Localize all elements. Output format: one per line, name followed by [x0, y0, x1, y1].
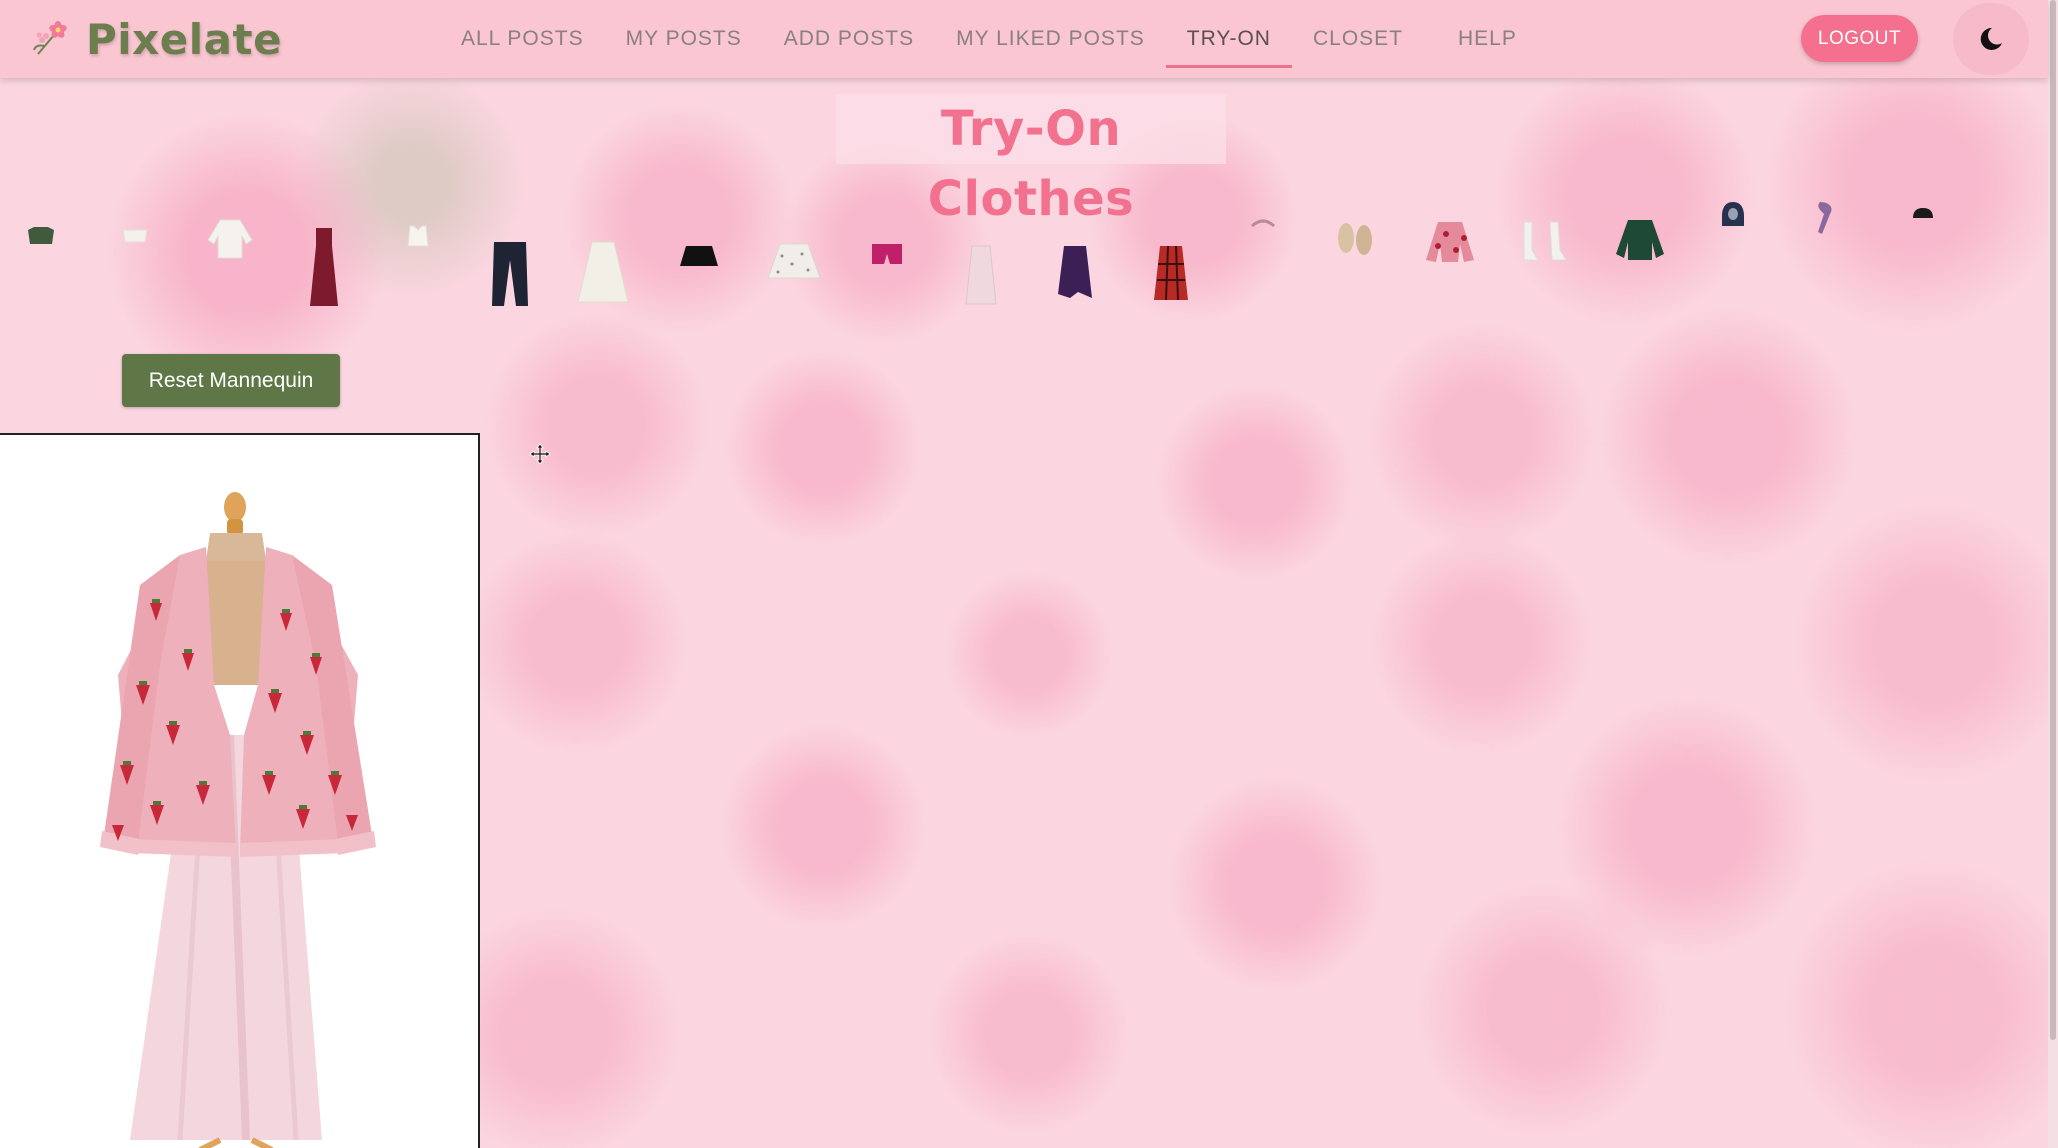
- clothing-item-beige-shoes[interactable]: [1334, 220, 1378, 256]
- clothing-item-white-top[interactable]: [120, 228, 150, 244]
- nav-my-posts[interactable]: MY POSTS: [605, 0, 763, 78]
- brand-name: Pixelate: [86, 14, 283, 64]
- clothing-item-purple-tiered-skirt[interactable]: [1056, 244, 1094, 300]
- clothing-item-red-plaid-skirt[interactable]: [1152, 244, 1190, 302]
- clothing-item-pink-satin-skirt[interactable]: [962, 244, 1000, 306]
- clothing-item-black-beanie[interactable]: [1910, 206, 1936, 220]
- clothing-item-floral-skirt[interactable]: [766, 242, 822, 280]
- clothing-item-white-maxi-skirt[interactable]: [576, 240, 630, 304]
- mannequin-canvas[interactable]: [0, 433, 480, 1148]
- clothing-item-black-mini-skirt[interactable]: [678, 244, 720, 268]
- nav-all-posts[interactable]: ALL POSTS: [440, 0, 605, 78]
- moon-icon: [1980, 27, 2002, 50]
- logout-button[interactable]: LOGOUT: [1801, 15, 1918, 62]
- theme-toggle-button[interactable]: [1953, 3, 2029, 75]
- page-scrollbar[interactable]: [2048, 0, 2058, 1148]
- nav-help[interactable]: HELP: [1424, 0, 1538, 78]
- top-navbar: Pixelate ALL POSTS MY POSTS ADD POSTS MY…: [0, 0, 2048, 78]
- nav-my-liked-posts[interactable]: MY LIKED POSTS: [935, 0, 1166, 78]
- brand[interactable]: Pixelate: [30, 10, 282, 68]
- move-cursor-icon: [529, 443, 551, 465]
- nav-links: ALL POSTS MY POSTS ADD POSTS MY LIKED PO…: [440, 0, 1538, 78]
- nav-try-on[interactable]: TRY-ON: [1165, 0, 1293, 78]
- clothing-item-green-crop-top[interactable]: [26, 226, 56, 246]
- clothing-item-burgundy-dress[interactable]: [304, 226, 344, 310]
- clothing-item-white-boots[interactable]: [1520, 220, 1568, 262]
- nav-closet[interactable]: CLOSET: [1292, 0, 1424, 78]
- scrollbar-thumb[interactable]: [2050, 0, 2056, 1040]
- flower-icon: [33, 21, 67, 55]
- clothing-item-strawberry-cardigan[interactable]: [1424, 220, 1476, 264]
- clothing-item-pink-hair-clip[interactable]: [1250, 216, 1276, 230]
- clothing-item-white-blouse[interactable]: [206, 218, 254, 260]
- clothing-item-magenta-shorts[interactable]: [870, 242, 904, 266]
- nav-add-posts[interactable]: ADD POSTS: [763, 0, 935, 78]
- clothing-item-white-tank-top[interactable]: [404, 224, 432, 248]
- clothing-item-purple-scarf[interactable]: [1812, 200, 1840, 236]
- clothing-item-black-jeans[interactable]: [490, 240, 530, 308]
- clothing-item-green-sweater[interactable]: [1614, 218, 1666, 262]
- page-title: Try-On Clothes: [836, 94, 1226, 227]
- mannequin: [100, 492, 376, 1148]
- clothing-item-navy-hoodie[interactable]: [1718, 200, 1748, 228]
- reset-mannequin-button[interactable]: Reset Mannequin: [122, 354, 340, 407]
